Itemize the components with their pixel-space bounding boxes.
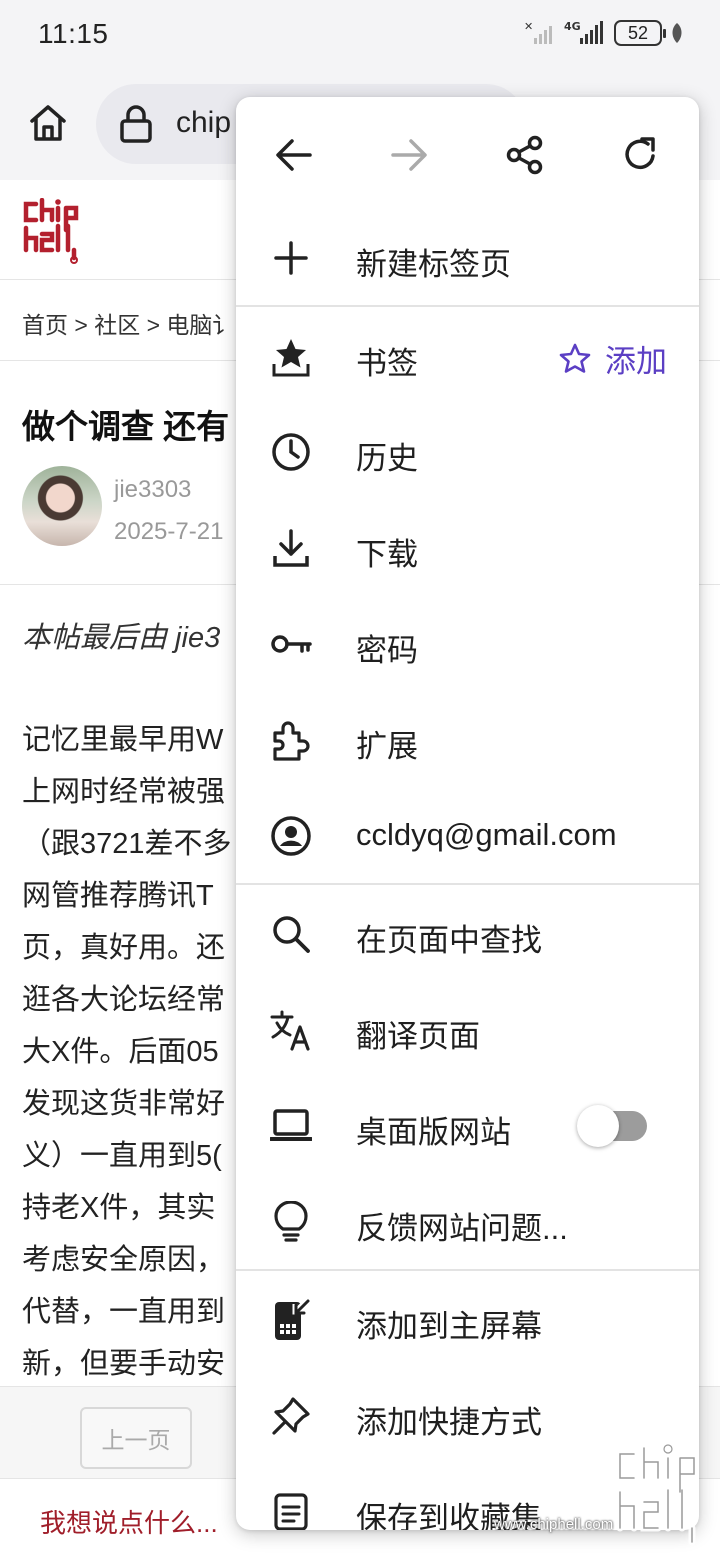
menu-item-bookmarks[interactable]: 书签 添加 <box>236 308 699 404</box>
key-icon <box>270 623 312 665</box>
menu-item-label: 密码 <box>356 633 418 668</box>
home-icon <box>30 105 66 141</box>
arrow-left-icon <box>276 139 312 171</box>
add-to-home-icon <box>270 1298 312 1341</box>
collection-icon <box>270 1491 312 1530</box>
menu-item-label: ccldyq@gmail.com <box>356 817 617 852</box>
star-outline-icon <box>559 343 591 373</box>
add-bookmark-button[interactable]: 添加 <box>559 336 667 381</box>
share-icon <box>506 135 543 175</box>
menu-item-extensions[interactable]: 扩展 <box>236 691 699 787</box>
menu-item-translate[interactable]: 翻译页面 <box>236 981 699 1077</box>
signal-off-icon: ✕ <box>524 20 552 44</box>
menu-item-history[interactable]: 历史 <box>236 403 699 499</box>
edit-note: 本帖最后由 jie3 <box>22 622 221 654</box>
menu-item-label: 历史 <box>356 441 418 476</box>
post-date: 2025-7-21 <box>114 518 224 545</box>
menu-item-find-in-page[interactable]: 在页面中查找 <box>236 885 699 981</box>
status-bar: 11:15 ✕ 4G 52 <box>0 0 720 70</box>
menu-item-label: 翻译页面 <box>356 1019 480 1054</box>
plus-icon <box>270 237 312 279</box>
home-button[interactable] <box>22 97 74 149</box>
signal-4g-icon: 4G <box>564 20 603 44</box>
arrow-right-icon <box>391 139 427 171</box>
menu-item-label: 新建标签页 <box>356 247 511 282</box>
menu-item-account[interactable]: ccldyq@gmail.com <box>236 787 699 883</box>
menu-item-label: 添加快捷方式 <box>356 1405 542 1440</box>
svg-text:4G: 4G <box>564 20 581 33</box>
menu-item-label: 反馈网站问题... <box>356 1211 568 1246</box>
watermark: www.chiphell.com <box>490 1440 720 1560</box>
svg-text:✕: ✕ <box>524 20 533 33</box>
desktop-site-toggle[interactable] <box>577 1105 647 1147</box>
laptop-icon <box>270 1105 312 1147</box>
menu-item-label: 扩展 <box>356 729 418 764</box>
watermark-logo <box>616 1444 698 1546</box>
author-name[interactable]: jie3303 <box>114 476 191 504</box>
prev-page-button[interactable]: 上一页 <box>80 1407 192 1469</box>
menu-item-passwords[interactable]: 密码 <box>236 595 699 691</box>
menu-item-label: 桌面版网站 <box>356 1115 511 1150</box>
toggle-knob <box>577 1105 619 1147</box>
menu-navigation-row <box>236 97 699 209</box>
menu-item-downloads[interactable]: 下载 <box>236 499 699 595</box>
menu-divider <box>236 305 699 307</box>
menu-item-label: 添加到主屏幕 <box>356 1309 542 1344</box>
account-icon <box>270 815 312 857</box>
menu-item-add-to-home[interactable]: 添加到主屏幕 <box>236 1271 699 1367</box>
post-title: 做个调查 还有 <box>22 408 230 445</box>
translate-icon <box>270 1009 312 1051</box>
menu-item-new-tab[interactable]: 新建标签页 <box>236 209 699 305</box>
menu-item-report-issue[interactable]: 反馈网站问题... <box>236 1173 699 1269</box>
download-icon <box>270 527 312 569</box>
forward-button[interactable] <box>385 131 433 179</box>
refresh-icon <box>625 137 655 170</box>
lock-icon <box>120 105 152 143</box>
status-icons: ✕ 4G 52 <box>524 20 684 46</box>
back-button[interactable] <box>270 131 318 179</box>
leaf-icon <box>672 23 682 43</box>
menu-item-label: 在页面中查找 <box>356 923 542 958</box>
breadcrumb[interactable]: 首页 > 社区 > 电脑讠 <box>22 306 235 340</box>
puzzle-icon <box>270 719 312 761</box>
menu-item-label: 下载 <box>356 537 418 572</box>
lightbulb-icon <box>270 1201 312 1243</box>
battery-indicator: 52 <box>614 20 666 46</box>
clock-icon <box>270 431 312 473</box>
share-button[interactable] <box>501 131 549 179</box>
watermark-url: www.chiphell.com <box>494 1516 614 1533</box>
url-text: chip <box>176 106 232 139</box>
pin-icon <box>270 1395 312 1437</box>
reload-button[interactable] <box>616 131 664 179</box>
chiphell-logo[interactable] <box>22 198 84 264</box>
menu-item-label: 书签 <box>356 346 418 381</box>
add-bookmark-label: 添加 <box>605 344 667 379</box>
search-icon <box>270 913 312 955</box>
browser-overflow-menu: 新建标签页 书签 添加 历史 下载 密码 扩展 ccldyq@gmail.com… <box>236 97 699 1530</box>
avatar[interactable] <box>22 466 102 546</box>
menu-item-desktop-site[interactable]: 桌面版网站 <box>236 1077 699 1173</box>
status-time: 11:15 <box>38 18 109 49</box>
bookmark-star-icon <box>270 336 312 378</box>
reply-input[interactable]: 我想说点什么... <box>40 1503 218 1540</box>
